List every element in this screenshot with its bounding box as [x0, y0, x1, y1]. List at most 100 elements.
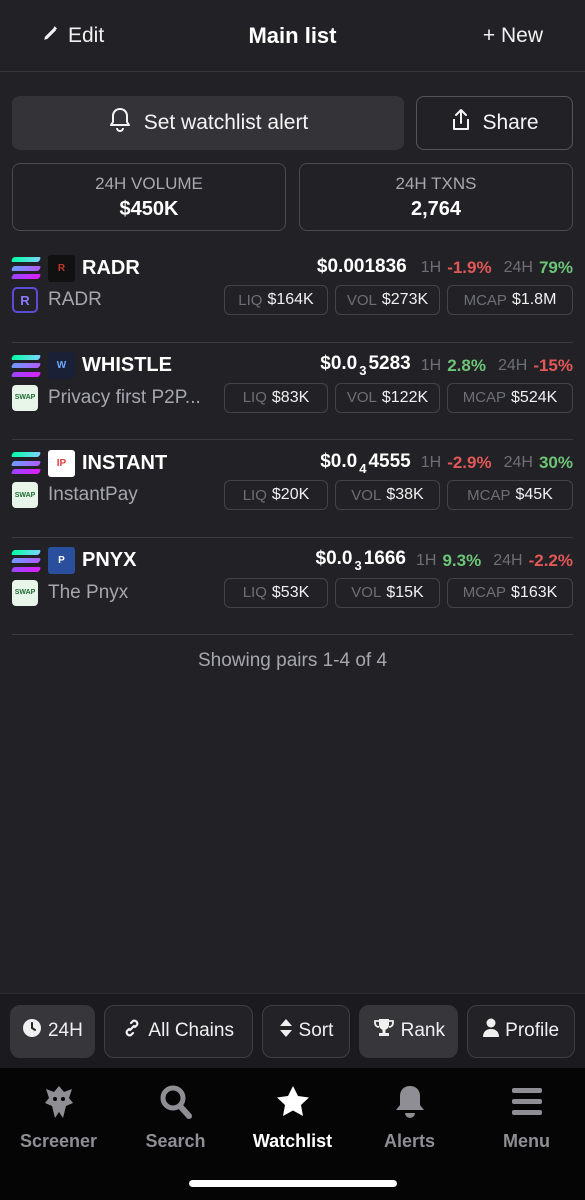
timeframe-label: 24H [47, 1020, 83, 1041]
sort-chip[interactable]: Sort [261, 1004, 351, 1058]
solana-icon [10, 257, 42, 279]
bell-icon [394, 1084, 426, 1125]
home-indicator [189, 1180, 397, 1187]
volume-label: 24H VOLUME [95, 173, 203, 193]
token-logo: W [48, 352, 75, 379]
pair-name: Privacy first P2P... [48, 386, 201, 408]
volume-metric: VOL $273K [335, 285, 440, 315]
nav-screener[interactable]: Screener [0, 1084, 117, 1200]
liquidity-metric: LIQ $164K [224, 285, 328, 315]
pair-list: R RADR $0.001836 1H -1.9% 24H 79% R RADR… [10, 245, 573, 635]
edit-button[interactable]: Edit [42, 24, 104, 48]
h24-change: -2.2% [528, 550, 573, 570]
solana-icon [10, 549, 42, 572]
nav-watchlist-label: Watchlist [252, 1131, 333, 1151]
txns-value: 2,764 [410, 197, 462, 220]
profile-label: Profile [505, 1020, 560, 1041]
eagle-icon [43, 1084, 75, 1125]
volume-value: $450K [119, 197, 179, 220]
stats-row: 24H VOLUME $450K 24H TXNS 2,764 [12, 163, 573, 231]
volume-metric: VOL $122K [335, 382, 440, 413]
timeframe-chip[interactable]: 24H [10, 1004, 95, 1058]
solana-icon [10, 452, 42, 474]
h1-change: 2.8% [447, 355, 486, 375]
volume-stat: 24H VOLUME $450K [12, 163, 286, 231]
showing-pairs-text: Showing pairs 1-4 of 4 [197, 650, 388, 671]
h1-label: 1H [416, 551, 437, 569]
h1-change: 9.3% [442, 550, 482, 570]
filter-bar: 24H All Chains Sort Rank Profile [0, 993, 585, 1068]
pair-symbol: PNYX [82, 549, 137, 571]
h24-label: 24H [503, 454, 533, 471]
txns-label: 24H TXNS [395, 173, 477, 193]
pair-symbol: INSTANT [82, 451, 168, 474]
pair-row[interactable]: W WHISTLE $0.0 3 5283 1H 2.8% 24H -15% SWA… [10, 343, 573, 440]
mcap-metric: MCAP $163K [447, 577, 573, 608]
edit-label: Edit [68, 23, 105, 47]
clock-icon [22, 1018, 42, 1044]
h24-label: 24H [497, 356, 528, 374]
solana-icon [10, 354, 42, 377]
nav-screener-label: Screener [19, 1131, 98, 1151]
pair-price: $0.0 3 5283 [320, 353, 411, 378]
volume-metric: VOL $38K [335, 480, 440, 510]
h24-label: 24H [503, 259, 533, 276]
sort-label: Sort [298, 1020, 334, 1041]
nav-search-label: Search [145, 1131, 206, 1151]
action-row: Set watchlist alert Share [12, 96, 573, 150]
h1-label: 1H [420, 259, 442, 276]
nav-menu-label: Menu [503, 1131, 550, 1151]
new-label: + New [482, 23, 543, 47]
all-chains-chip[interactable]: All Chains [103, 1004, 253, 1058]
top-header: Edit Main list + New [0, 0, 585, 72]
trophy-icon [373, 1018, 395, 1044]
star-icon [275, 1084, 311, 1125]
h24-label: 24H [493, 551, 523, 569]
search-icon [159, 1084, 193, 1125]
mcap-metric: MCAP $45K [447, 480, 573, 510]
pair-row[interactable]: IP INSTANT $0.0 4 4555 1H -2.9% 24H 30% SW… [10, 440, 573, 538]
pair-price: $0.001836 [316, 255, 407, 277]
pair-price: $0.0 4 4555 [320, 450, 411, 476]
rank-label: Rank [400, 1020, 445, 1041]
h24-change: 79% [538, 258, 573, 277]
new-list-button[interactable]: + New [483, 24, 543, 48]
hamburger-icon [510, 1084, 544, 1125]
profile-chip[interactable]: Profile [467, 1004, 575, 1058]
rank-chip[interactable]: Rank [359, 1004, 459, 1058]
pair-price: $0.0 3 1666 [315, 548, 407, 573]
raydium-icon: R [12, 287, 38, 313]
nav-alerts-label: Alerts [383, 1131, 436, 1151]
token-logo: IP [48, 449, 75, 477]
volume-metric: VOL $15K [335, 577, 440, 608]
pair-name: RADR [48, 289, 102, 310]
h1-label: 1H [420, 356, 442, 374]
swap-icon: SWAP [12, 482, 38, 508]
nav-menu[interactable]: Menu [468, 1084, 585, 1200]
pair-symbol: RADR [82, 256, 140, 279]
h1-change: -1.9% [447, 258, 492, 277]
swap-icon: SWAP [12, 579, 38, 606]
swap-icon: SWAP [12, 384, 38, 411]
liquidity-metric: LIQ $20K [224, 480, 328, 510]
share-label: Share [482, 111, 539, 134]
liquidity-metric: LIQ $83K [224, 382, 328, 413]
mcap-metric: MCAP $524K [447, 382, 573, 413]
chains-label: All Chains [148, 1020, 234, 1041]
mcap-metric: MCAP $1.8M [447, 285, 573, 315]
h1-change: -2.9% [447, 453, 492, 472]
pair-name: InstantPay [48, 484, 138, 505]
share-icon [450, 108, 472, 138]
set-watchlist-alert-button[interactable]: Set watchlist alert [12, 96, 404, 150]
pair-row[interactable]: R RADR $0.001836 1H -1.9% 24H 79% R RADR… [10, 245, 573, 343]
sort-icon [279, 1018, 293, 1044]
token-logo: P [48, 547, 75, 574]
share-button[interactable]: Share [416, 96, 573, 150]
alert-label: Set watchlist alert [143, 111, 309, 134]
pair-symbol: WHISTLE [82, 354, 172, 376]
pair-row[interactable]: P PNYX $0.0 3 1666 1H 9.3% 24H -2.2% SWAP … [10, 538, 573, 635]
pencil-icon [42, 24, 60, 48]
user-icon [483, 1018, 500, 1044]
bell-icon [108, 107, 132, 139]
token-logo: R [48, 254, 75, 282]
